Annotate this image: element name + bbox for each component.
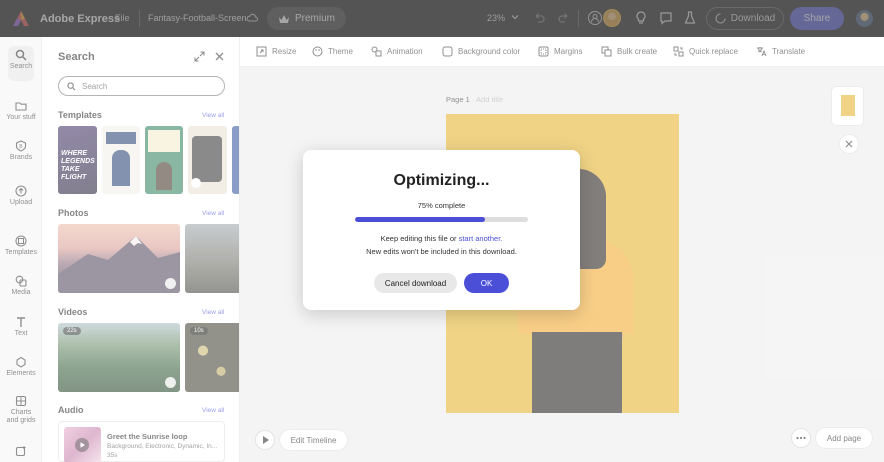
progress-text: 75% complete xyxy=(417,201,466,210)
dialog-message-text: Keep editing this file or xyxy=(380,234,459,243)
progress-fill xyxy=(355,217,485,222)
dialog-message: Keep editing this file or start another. xyxy=(303,234,580,243)
ok-button[interactable]: OK xyxy=(464,273,509,293)
start-another-link[interactable]: start another. xyxy=(459,234,503,243)
progress-bar xyxy=(355,217,528,222)
dialog-note: New edits won't be included in this down… xyxy=(366,247,517,256)
optimizing-dialog: Optimizing... 75% complete Keep editing … xyxy=(303,150,580,310)
cancel-download-button[interactable]: Cancel download xyxy=(374,273,457,293)
topbar-overlay xyxy=(0,0,884,37)
dialog-title: Optimizing... xyxy=(393,172,490,189)
